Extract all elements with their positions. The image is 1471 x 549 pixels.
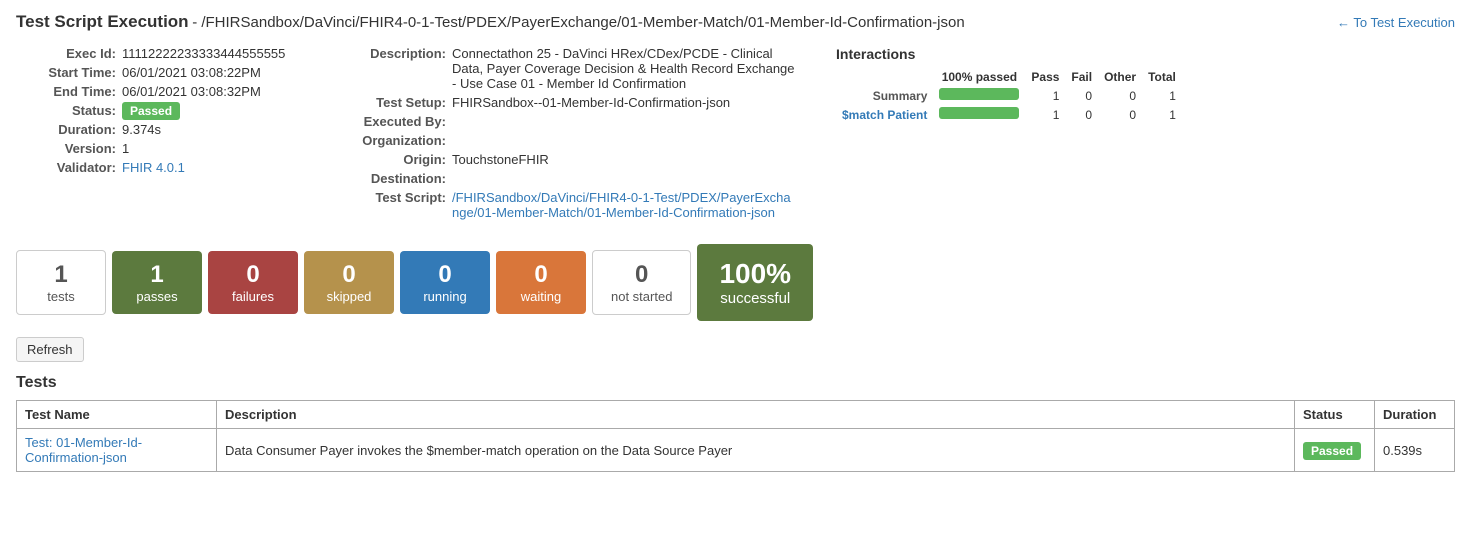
- col-pct: 100% passed: [933, 68, 1025, 86]
- tests-table: Test Name Description Status Duration Te…: [16, 400, 1455, 472]
- version-value: 1: [122, 141, 129, 156]
- success-pct: 100%: [719, 258, 791, 290]
- exec-id-value: 11112222233333444555555: [122, 46, 285, 61]
- page-header: Test Script Execution - /FHIRSandbox/DaV…: [16, 12, 1455, 32]
- version-label: Version:: [16, 141, 116, 156]
- tests-num: 1: [35, 261, 87, 289]
- interaction-row-bar: [933, 86, 1025, 105]
- not-started-stat: 0 not started: [592, 250, 691, 315]
- test-name-link[interactable]: Test: 01-Member-Id-Confirmation-json: [25, 435, 142, 465]
- interaction-row-pass: 1: [1025, 86, 1065, 105]
- test-status-badge: Passed: [1303, 442, 1361, 460]
- refresh-button[interactable]: Refresh: [16, 337, 84, 362]
- skipped-num: 0: [322, 261, 376, 289]
- interaction-row-pass: 1: [1025, 105, 1065, 124]
- passes-num: 1: [130, 261, 184, 289]
- description-label: Description:: [336, 46, 446, 91]
- origin-label: Origin:: [336, 152, 446, 167]
- origin-value: TouchstoneFHIR: [452, 152, 549, 167]
- passes-stat: 1 passes: [112, 251, 202, 314]
- test-setup-value: FHIRSandbox--01-Member-Id-Confirmation-j…: [452, 95, 730, 110]
- not-started-num: 0: [611, 261, 672, 289]
- interaction-row-label: $match Patient: [836, 105, 933, 124]
- exec-id-label: Exec Id:: [16, 46, 116, 61]
- tests-section-title: Tests: [16, 374, 1455, 392]
- col-total: Total: [1142, 68, 1182, 86]
- description-info-section: Description: Connectathon 25 - DaVinci H…: [336, 46, 796, 224]
- test-duration-cell: 0.539s: [1375, 429, 1455, 472]
- interaction-row-other: 0: [1098, 86, 1142, 105]
- col-test-status: Status: [1295, 401, 1375, 429]
- failures-num: 0: [226, 261, 280, 289]
- running-stat: 0 running: [400, 251, 490, 314]
- interactions-table: 100% passed Pass Fail Other Total Summar…: [836, 68, 1182, 124]
- end-time-label: End Time:: [16, 84, 116, 99]
- validator-label: Validator:: [16, 160, 116, 175]
- exec-info-section: Exec Id: 11112222233333444555555 Start T…: [16, 46, 296, 224]
- col-test-desc: Description: [217, 401, 1295, 429]
- duration-label: Duration:: [16, 122, 116, 137]
- test-setup-label: Test Setup:: [336, 95, 446, 110]
- col-test-duration: Duration: [1375, 401, 1455, 429]
- interaction-row-other: 0: [1098, 105, 1142, 124]
- skipped-lbl: skipped: [322, 289, 376, 304]
- info-grid: Exec Id: 11112222233333444555555 Start T…: [16, 46, 1455, 224]
- validator-link[interactable]: FHIR 4.0.1: [122, 160, 185, 175]
- interactions-section: Interactions 100% passed Pass Fail Other…: [836, 46, 1182, 224]
- description-value: Connectathon 25 - DaVinci HRex/CDex/PCDE…: [452, 46, 796, 91]
- col-fail: Fail: [1065, 68, 1098, 86]
- waiting-lbl: waiting: [514, 289, 568, 304]
- interaction-row-total: 1: [1142, 105, 1182, 124]
- interaction-row-fail: 0: [1065, 105, 1098, 124]
- interaction-row-fail: 0: [1065, 86, 1098, 105]
- col-other: Other: [1098, 68, 1142, 86]
- organization-label: Organization:: [336, 133, 446, 148]
- table-row: Test: 01-Member-Id-Confirmation-json Data…: [17, 429, 1455, 472]
- interaction-link[interactable]: $match: [842, 108, 884, 122]
- test-script-label: Test Script:: [336, 190, 446, 220]
- passes-lbl: passes: [130, 289, 184, 304]
- status-badge: Passed: [122, 102, 180, 120]
- success-stat: 100% successful: [697, 244, 813, 321]
- interaction-row-total: 1: [1142, 86, 1182, 105]
- duration-value: 9.374s: [122, 122, 161, 137]
- executed-by-label: Executed By:: [336, 114, 446, 129]
- skipped-stat: 0 skipped: [304, 251, 394, 314]
- failures-lbl: failures: [226, 289, 280, 304]
- col-pass: Pass: [1025, 68, 1065, 86]
- tests-lbl: tests: [35, 289, 87, 304]
- interaction-row-label: Summary: [836, 86, 933, 105]
- test-script-link[interactable]: /FHIRSandbox/DaVinci/FHIR4-0-1-Test/PDEX…: [452, 190, 791, 220]
- success-lbl: successful: [719, 290, 791, 307]
- test-name-cell: Test: 01-Member-Id-Confirmation-json: [17, 429, 217, 472]
- test-status-cell: Passed: [1295, 429, 1375, 472]
- destination-label: Destination:: [336, 171, 446, 186]
- test-desc-cell: Data Consumer Payer invokes the $member-…: [217, 429, 1295, 472]
- status-label: Status:: [16, 103, 116, 118]
- interaction-row-bar: [933, 105, 1025, 124]
- interaction-link2[interactable]: Patient: [887, 108, 927, 122]
- start-time-value: 06/01/2021 03:08:22PM: [122, 65, 261, 80]
- waiting-stat: 0 waiting: [496, 251, 586, 314]
- page-title: Test Script Execution - /FHIRSandbox/DaV…: [16, 12, 965, 32]
- tests-stat: 1 tests: [16, 250, 106, 315]
- start-time-label: Start Time:: [16, 65, 116, 80]
- running-lbl: running: [418, 289, 472, 304]
- stats-row: 1 tests 1 passes 0 failures 0 skipped 0 …: [16, 244, 1455, 321]
- col-test-name: Test Name: [17, 401, 217, 429]
- running-num: 0: [418, 261, 472, 289]
- end-time-value: 06/01/2021 03:08:32PM: [122, 84, 261, 99]
- waiting-num: 0: [514, 261, 568, 289]
- interactions-title: Interactions: [836, 46, 1182, 62]
- back-link[interactable]: To Test Execution: [1337, 15, 1455, 30]
- not-started-lbl: not started: [611, 289, 672, 304]
- failures-stat: 0 failures: [208, 251, 298, 314]
